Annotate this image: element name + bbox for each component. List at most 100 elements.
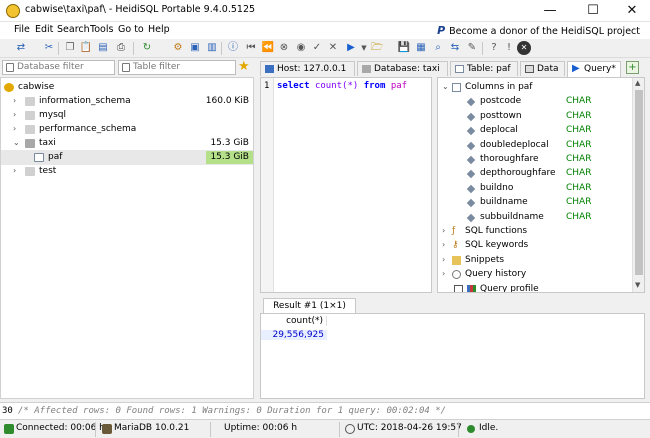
column-item[interactable]: depthoroughfare CHAR [438,166,633,180]
tree-root-cabwise[interactable]: cabwise [1,80,253,95]
table-filter-input[interactable]: Table filter [118,60,236,75]
first-record-icon[interactable]: ⏮ [244,41,258,55]
expand-arrow-icon[interactable]: › [442,240,445,249]
donor-link[interactable]: P Become a donor of the HeidiSQL project [437,24,640,37]
expand-arrow-icon[interactable]: › [13,166,16,175]
format-icon[interactable]: ✎ [465,41,479,55]
sql-editor[interactable]: 1 select count(*) from paf [260,77,432,293]
tab-query[interactable]: ▶ Query* [567,61,621,77]
refresh-icon[interactable]: ↻ [140,41,154,55]
section-query-history[interactable]: › Query history [438,267,633,281]
record-icon[interactable]: ◉ [294,41,308,55]
tree-item-taxi[interactable]: ⌄ taxi 15.3 GiB [1,136,253,151]
section-snippets[interactable]: › Snippets [438,253,633,267]
collapse-arrow-icon[interactable]: ⌄ [442,82,449,91]
run-query-icon[interactable]: ▶ [344,41,358,55]
import-icon[interactable]: ▥ [205,41,219,55]
column-item[interactable]: buildno CHAR [438,181,633,195]
export-icon[interactable]: ▣ [188,41,202,55]
open-file-icon[interactable]: 🗁 [370,41,384,55]
close-window-button[interactable]: ✕ [612,0,650,22]
exit-icon[interactable]: ✕ [517,41,531,55]
tree-item[interactable]: › mysql [1,108,253,123]
tab-host[interactable]: Host: 127.0.0.1 [260,61,355,76]
tab-host-label: Host: 127.0.0.1 [277,64,347,74]
run-dropdown-icon[interactable]: ▼ [357,41,371,55]
result-tab[interactable]: Result #1 (1×1) [263,298,356,313]
sql-code-line[interactable]: select count(*) from paf [277,81,407,91]
status-connected: Connected: 00:06 h [2,423,105,434]
menu-help[interactable]: Help [148,24,170,35]
database-filter-input[interactable]: Database filter [2,60,115,75]
tree-item[interactable]: › test [1,164,253,179]
disconnect-icon[interactable]: ✂ [42,41,56,55]
scroll-down-icon[interactable]: ▼ [635,281,640,289]
session-manager-icon[interactable]: ⇄ [14,41,28,55]
save-icon[interactable]: 💾 [397,41,411,55]
minimize-button[interactable]: — [530,0,570,22]
tab-table[interactable]: Table: paf [450,61,518,76]
chart-icon [467,284,476,292]
column-item[interactable]: thoroughfare CHAR [438,152,633,166]
column-icon [466,198,476,208]
help-icon[interactable]: ? [487,41,501,55]
profile-checkbox[interactable] [454,284,463,292]
paste-icon[interactable]: 📋 [79,41,93,55]
expand-arrow-icon[interactable]: › [442,255,445,264]
section-query-profile[interactable]: Query profile [438,282,633,292]
expand-arrow-icon[interactable]: › [13,96,16,105]
tree-item[interactable]: › information_schema 160.0 KiB [1,94,253,109]
scroll-up-icon[interactable]: ▲ [635,79,640,87]
expand-arrow-icon[interactable]: › [13,110,16,119]
find-icon[interactable]: ⌕ [431,41,445,55]
replace-icon[interactable]: ⇆ [448,41,462,55]
tree-item-paf-selected[interactable]: paf 15.3 GiB [1,150,253,165]
user-manager-icon[interactable]: ⚙ [171,41,185,55]
column-item[interactable]: subbuildname CHAR [438,210,633,224]
copy-icon[interactable]: ❐ [63,41,77,55]
columns-group[interactable]: ⌄ Columns in paf [438,80,633,94]
scrollbar-thumb[interactable] [635,90,643,275]
menu-search[interactable]: Search [57,24,90,35]
column-item[interactable]: buildname CHAR [438,195,633,209]
result-column-header[interactable]: count(*) [261,316,327,326]
menu-goto[interactable]: Go to [118,24,144,35]
expand-arrow-icon[interactable]: › [13,124,16,133]
cut-icon[interactable]: ▤ [96,41,110,55]
maximize-button[interactable]: ☐ [573,0,613,22]
menu-file[interactable]: File [14,24,30,35]
expand-arrow-icon[interactable]: › [442,226,445,235]
prev-record-icon[interactable]: ⏪ [261,41,275,55]
log-line-number: 30 [2,406,13,416]
info-icon[interactable]: ⓘ [226,41,240,55]
column-item[interactable]: doubledeplocal CHAR [438,138,633,152]
menu-tools[interactable]: Tools [90,24,113,35]
result-grid[interactable]: count(*) 29,556,925 [260,313,645,399]
helpers-scrollbar[interactable]: ▲ ▼ [632,78,644,292]
column-item[interactable]: postcode CHAR [438,94,633,108]
result-cell[interactable]: 29,556,925 [261,330,327,340]
section-sql-keywords[interactable]: › ⚷ SQL keywords [438,238,633,252]
exclamation-icon[interactable]: ! [502,41,516,55]
column-item[interactable]: deplocal CHAR [438,123,633,137]
keyword-select: select [277,81,310,91]
post-icon[interactable]: ✓ [310,41,324,55]
save-as-icon[interactable]: ▦ [414,41,428,55]
new-query-tab-icon[interactable]: + [626,61,639,74]
cancel-icon[interactable]: ✕ [326,41,340,55]
menu-edit[interactable]: Edit [35,24,53,35]
expand-arrow-icon[interactable]: › [442,269,445,278]
star-favorite-icon[interactable]: ★ [238,59,250,74]
collapse-arrow-icon[interactable]: ⌄ [13,138,20,147]
tab-database[interactable]: Database: taxi [357,61,448,76]
print-icon[interactable]: ⎙ [114,41,128,55]
mariadb-icon [102,424,112,434]
column-item[interactable]: posttown CHAR [438,109,633,123]
sql-log[interactable]: 30 /* Affected rows: 0 Found rows: 1 War… [0,402,650,420]
tab-database-label: Database: taxi [374,64,440,74]
tree-item-label: mysql [39,110,66,120]
section-sql-functions[interactable]: › ƒ SQL functions [438,224,633,238]
tab-data[interactable]: Data [520,61,565,76]
stop-icon[interactable]: ⊗ [277,41,291,55]
tree-item[interactable]: › performance_schema [1,122,253,137]
